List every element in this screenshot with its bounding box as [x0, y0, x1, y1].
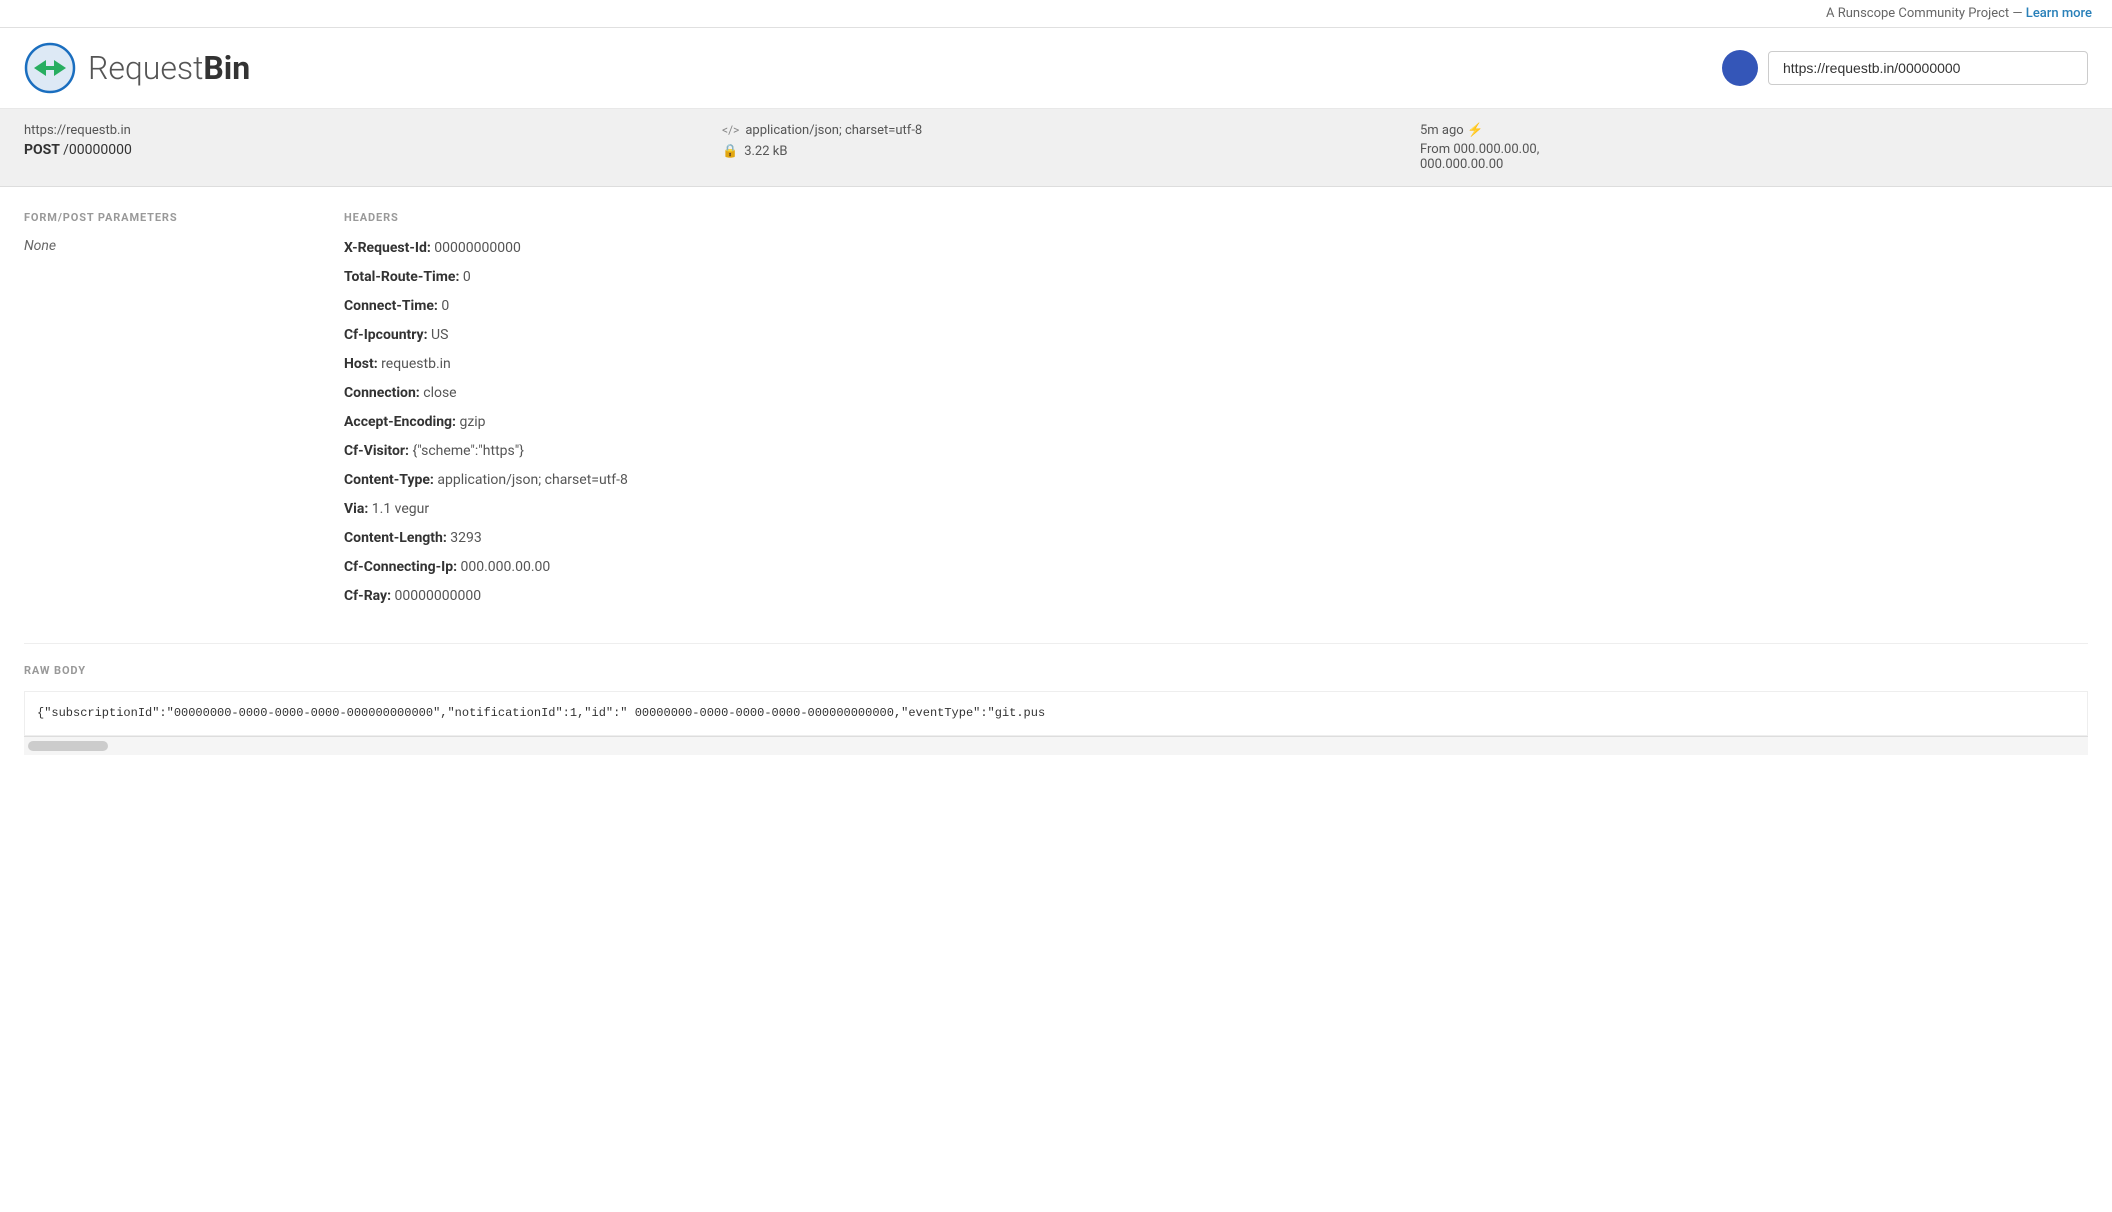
form-post-col: FORM/POST PARAMETERS None — [24, 211, 304, 615]
app-header: RequestBin — [0, 28, 2112, 109]
raw-body-content: {"subscriptionId":"00000000-0000-0000-00… — [24, 691, 2088, 736]
form-post-value: None — [24, 238, 304, 254]
header-val: 00000000000 — [434, 240, 521, 256]
url-input[interactable] — [1768, 51, 2088, 85]
logo-area: RequestBin — [24, 42, 250, 94]
header-row: Host: requestb.in — [344, 354, 2088, 375]
header-val: application/json; charset=utf-8 — [437, 472, 628, 488]
req-method: POST — [24, 142, 60, 158]
req-method-path: POST /00000000 — [24, 142, 692, 158]
header-row: Connection: close — [344, 383, 2088, 404]
header-val: gzip — [459, 414, 485, 430]
main-content: FORM/POST PARAMETERS None HEADERS X-Requ… — [0, 187, 2112, 779]
headers-list: X-Request-Id: 00000000000 Total-Route-Tim… — [344, 238, 2088, 607]
code-icon — [722, 123, 739, 138]
req-col-time: 5m ago ⚡ From 000.000.00.00, 000.000.00.… — [1420, 123, 2088, 172]
req-content-type: application/json; charset=utf-8 — [722, 123, 1390, 138]
header-key: X-Request-Id: — [344, 240, 431, 256]
header-val: close — [423, 385, 456, 401]
scrollbar-thumb[interactable] — [28, 741, 108, 751]
header-key: Cf-Ray: — [344, 588, 391, 604]
header-row: Content-Length: 3293 — [344, 528, 2088, 549]
request-info-bar: https://requestb.in POST /00000000 appli… — [0, 109, 2112, 187]
logo-text: RequestBin — [88, 49, 250, 87]
header-key: Connection: — [344, 385, 420, 401]
header-row: Cf-Ray: 00000000000 — [344, 586, 2088, 607]
header-val: 00000000000 — [395, 588, 482, 604]
from-label: From — [1420, 142, 1450, 157]
header-val: 1.1 vegur — [372, 501, 429, 517]
url-status-indicator — [1722, 50, 1758, 86]
req-time: 5m ago ⚡ — [1420, 123, 2088, 138]
top-banner: A Runscope Community Project — Learn mor… — [0, 0, 2112, 28]
header-key: Cf-Ipcountry: — [344, 327, 428, 343]
header-row: Cf-Visitor: {"scheme":"https"} — [344, 441, 2088, 462]
header-val: 3293 — [450, 530, 481, 546]
header-key: Content-Length: — [344, 530, 447, 546]
headers-title: HEADERS — [344, 211, 2088, 224]
header-key: Host: — [344, 356, 378, 372]
banner-text: A Runscope Community Project — — [1826, 6, 2026, 21]
header-key: Total-Route-Time: — [344, 269, 459, 285]
size-value: 3.22 kB — [744, 144, 787, 159]
header-val: US — [431, 327, 448, 343]
header-key: Connect-Time: — [344, 298, 438, 314]
header-key: Content-Type: — [344, 472, 434, 488]
header-val: 0 — [441, 298, 449, 314]
raw-body-section: RAW BODY {"subscriptionId":"00000000-000… — [24, 643, 2088, 736]
two-col-layout: FORM/POST PARAMETERS None HEADERS X-Requ… — [24, 211, 2088, 615]
header-val: 000.000.00.00 — [461, 559, 551, 575]
header-val: requestb.in — [381, 356, 451, 372]
req-col-url-method: https://requestb.in POST /00000000 — [24, 123, 722, 158]
req-col-content: application/json; charset=utf-8 🔒 3.22 k… — [722, 123, 1420, 159]
header-key: Cf-Connecting-Ip: — [344, 559, 457, 575]
header-key: Via: — [344, 501, 368, 517]
header-row: Cf-Ipcountry: US — [344, 325, 2088, 346]
logo-bin: Bin — [203, 49, 250, 87]
req-size: 🔒 3.22 kB — [722, 144, 1390, 159]
headers-col: HEADERS X-Request-Id: 00000000000 Total-R… — [344, 211, 2088, 615]
url-bar-area — [1722, 50, 2088, 86]
form-post-title: FORM/POST PARAMETERS — [24, 211, 304, 224]
header-key: Accept-Encoding: — [344, 414, 456, 430]
header-row: Accept-Encoding: gzip — [344, 412, 2088, 433]
from-ip1: 000.000.00.00, — [1453, 142, 1539, 157]
header-row: Cf-Connecting-Ip: 000.000.00.00 — [344, 557, 2088, 578]
header-row: X-Request-Id: 00000000000 — [344, 238, 2088, 259]
time-link[interactable]: ⚡ — [1467, 123, 1483, 138]
content-type-value: application/json; charset=utf-8 — [745, 123, 922, 138]
from-ip2: 000.000.00.00 — [1420, 157, 1503, 172]
logo-icon — [24, 42, 76, 94]
learn-more-link[interactable]: Learn more — [2026, 6, 2092, 21]
lock-icon: 🔒 — [722, 144, 738, 159]
time-ago: 5m ago — [1420, 123, 1464, 138]
header-row: Content-Type: application/json; charset=… — [344, 470, 2088, 491]
raw-body-title: RAW BODY — [24, 664, 2088, 677]
req-url: https://requestb.in — [24, 123, 692, 138]
header-val: {"scheme":"https"} — [412, 443, 524, 459]
header-row: Connect-Time: 0 — [344, 296, 2088, 317]
header-row: Total-Route-Time: 0 — [344, 267, 2088, 288]
req-from: From 000.000.00.00, 000.000.00.00 — [1420, 142, 2088, 172]
horizontal-scrollbar[interactable] — [24, 736, 2088, 755]
header-row: Via: 1.1 vegur — [344, 499, 2088, 520]
header-val: 0 — [463, 269, 471, 285]
req-path: /00000000 — [63, 142, 132, 158]
logo-request: Request — [88, 49, 203, 87]
header-key: Cf-Visitor: — [344, 443, 409, 459]
